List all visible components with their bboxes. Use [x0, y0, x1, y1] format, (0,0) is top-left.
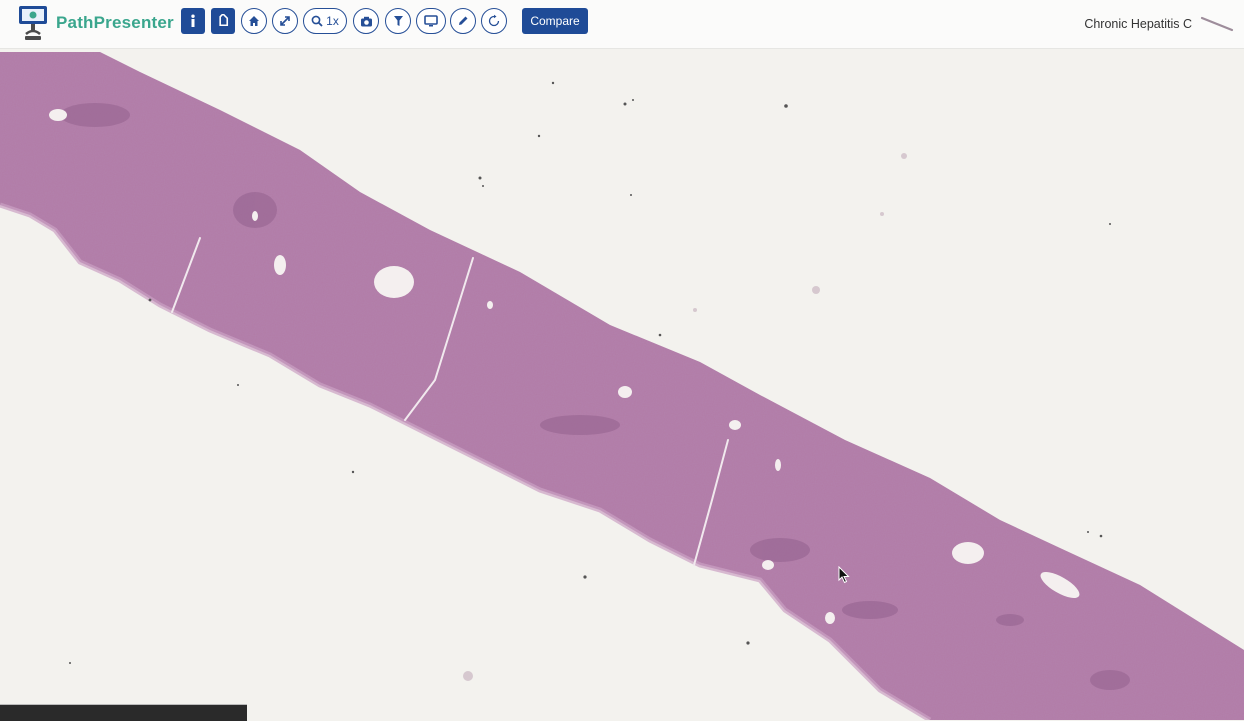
info-button[interactable]	[181, 8, 205, 34]
fullscreen-icon	[280, 16, 290, 26]
filter-button[interactable]	[385, 8, 411, 34]
zoom-button[interactable]: 1x	[303, 8, 347, 34]
info-icon	[191, 14, 195, 27]
navigator-panel[interactable]	[0, 704, 247, 721]
home-icon	[249, 16, 259, 26]
camera-icon	[360, 16, 372, 26]
presentation-button[interactable]	[416, 8, 446, 34]
tag-icon	[219, 14, 229, 27]
brand[interactable]: PathPresenter	[16, 3, 174, 43]
fullscreen-button[interactable]	[272, 8, 298, 34]
zoom-icon	[311, 15, 323, 27]
draw-button[interactable]	[450, 8, 476, 34]
snapshot-button[interactable]	[353, 8, 379, 34]
home-button[interactable]	[241, 8, 267, 34]
rotate-button[interactable]	[481, 8, 507, 34]
compare-button[interactable]: Compare	[522, 8, 588, 34]
case-title: Chronic Hepatitis C	[1084, 17, 1192, 31]
zoom-level: 1x	[326, 14, 339, 28]
slide-thumbnail-icon[interactable]	[1200, 14, 1234, 34]
microscope-logo-icon	[19, 6, 47, 40]
pencil-icon	[459, 16, 468, 25]
slide-viewer[interactable]	[0, 48, 1244, 720]
annotation-tag-button[interactable]	[211, 8, 235, 34]
mouse-cursor-icon	[838, 566, 850, 584]
app-name: PathPresenter	[56, 13, 174, 32]
top-toolbar: PathPresenter 1x Compare Chronic Hepatit…	[0, 0, 1244, 49]
monitor-icon	[424, 15, 438, 27]
filter-icon	[393, 16, 403, 26]
rotate-icon	[488, 14, 500, 27]
